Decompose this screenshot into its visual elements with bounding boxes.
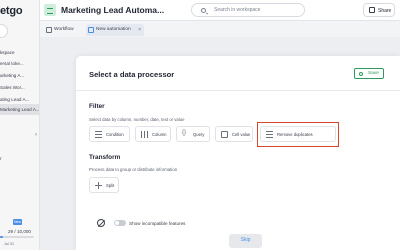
workflow-icon	[46, 27, 52, 33]
tab-workflow[interactable]: Workflow	[44, 24, 80, 36]
column-icon	[141, 131, 148, 138]
page-title[interactable]: Marketing Lead Automa...	[61, 5, 164, 15]
close-icon[interactable]: ×	[138, 24, 141, 36]
processor-split[interactable]: Split	[89, 177, 119, 193]
processor-label: Cell value	[232, 132, 251, 137]
tab-bar: Workflow New automation ×	[40, 21, 400, 37]
tab-new-automation-label: New automation	[96, 27, 131, 32]
share-button[interactable]: Share	[363, 3, 395, 17]
sidebar: etgo kspace ersal toke... arketing A... …	[0, 0, 40, 250]
divider	[76, 90, 400, 91]
modal-title: Select a data processor	[89, 70, 175, 79]
share-label: Share	[378, 8, 392, 14]
filter-section-subtitle: Select data by column, number, date, tex…	[89, 117, 185, 122]
split-icon	[95, 182, 102, 189]
highlight-box	[257, 122, 339, 147]
new-badge: New	[13, 219, 22, 225]
processor-label: Split	[106, 183, 115, 188]
sidebar-item-marketing-lead-active[interactable]: Marketing Lead A...	[0, 104, 39, 115]
save-button[interactable]: Save	[354, 68, 384, 79]
usage-count: 29 / 10,000	[8, 229, 31, 234]
processor-condition[interactable]: Condition	[89, 126, 130, 142]
ban-icon	[97, 219, 105, 227]
automation-icon	[88, 27, 94, 33]
tab-workflow-label: Workflow	[54, 27, 74, 32]
usage-progress-bar	[0, 236, 34, 238]
processor-query[interactable]: {} Query	[176, 126, 210, 142]
sidebar-item-universal-token[interactable]: ersal toke...	[0, 58, 39, 69]
plan-date: Jul 31	[4, 242, 15, 246]
search-icon	[201, 8, 206, 13]
top-bar: Marketing Lead Automa... Search in works…	[40, 0, 400, 21]
query-icon: {}	[182, 130, 187, 136]
processor-label: Column	[152, 132, 167, 137]
skip-button[interactable]: Skip	[229, 234, 262, 248]
tab-new-automation[interactable]: New automation ×	[86, 24, 144, 36]
sidebar-lower-item-1[interactable]: r	[0, 156, 2, 161]
toggle-knob	[115, 221, 119, 225]
filter-section-title: Filter	[89, 103, 105, 110]
app-logo: etgo	[0, 5, 23, 17]
save-icon	[359, 72, 363, 76]
processor-label: Query	[193, 132, 205, 137]
transform-section-subtitle: Process data to group or distribute info…	[89, 167, 178, 172]
search-input[interactable]: Search in workspace	[191, 3, 305, 17]
usage-progress-fill	[0, 236, 3, 238]
sidebar-item-sales-workflow[interactable]: Sales Wor...	[0, 82, 39, 93]
skip-label: Skip	[240, 237, 251, 243]
cell-value-icon	[221, 131, 228, 138]
collapse-arrow-icon[interactable]: ‹	[35, 132, 37, 138]
show-incompatible-toggle[interactable]	[114, 220, 126, 226]
save-label: Save	[368, 71, 379, 76]
processor-label: Condition	[106, 132, 124, 137]
condition-icon	[95, 131, 102, 138]
share-icon	[369, 7, 375, 13]
sidebar-item-workspace[interactable]: kspace	[0, 47, 39, 58]
processor-column[interactable]: Column	[135, 126, 171, 142]
search-placeholder: Search in workspace	[214, 7, 261, 13]
automation-app-icon	[44, 4, 56, 16]
show-incompatible-label: Show incompatible features	[129, 221, 186, 226]
processor-cell-value[interactable]: Cell value	[215, 126, 253, 142]
data-processor-modal: Select a data processor Save Filter Sele…	[76, 56, 400, 250]
sidebar-item-marketing-automation[interactable]: arketing A...	[0, 70, 39, 81]
workspace-avatar[interactable]	[0, 24, 8, 38]
transform-section-title: Transform	[89, 154, 121, 161]
